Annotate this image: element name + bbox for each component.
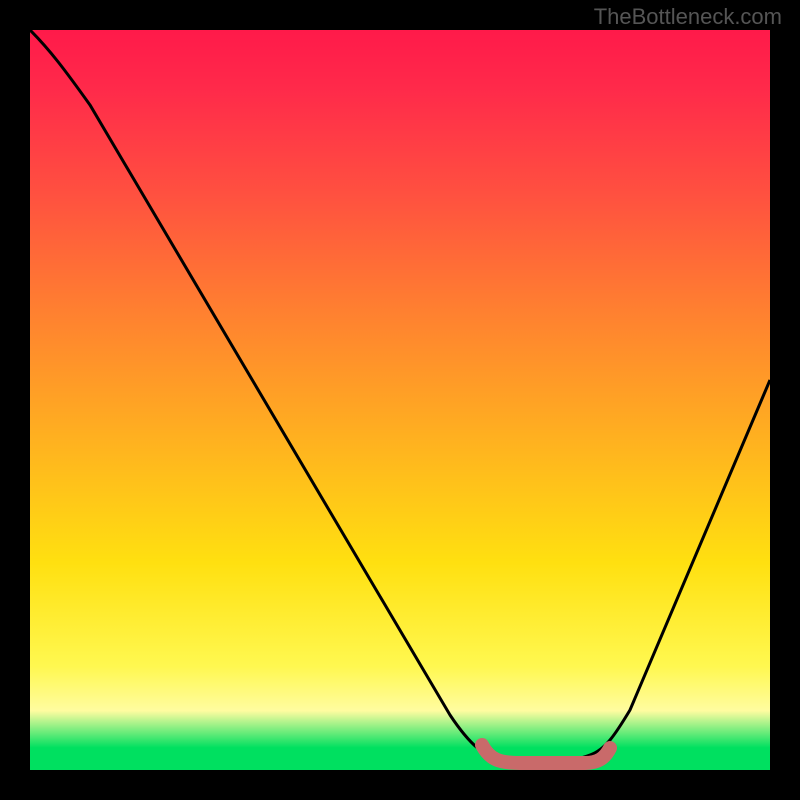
watermark-text: TheBottleneck.com — [594, 4, 782, 30]
bottleneck-curve — [30, 30, 770, 762]
curve-layer — [30, 30, 770, 770]
chart-container: TheBottleneck.com — [0, 0, 800, 800]
plot-area — [30, 30, 770, 770]
